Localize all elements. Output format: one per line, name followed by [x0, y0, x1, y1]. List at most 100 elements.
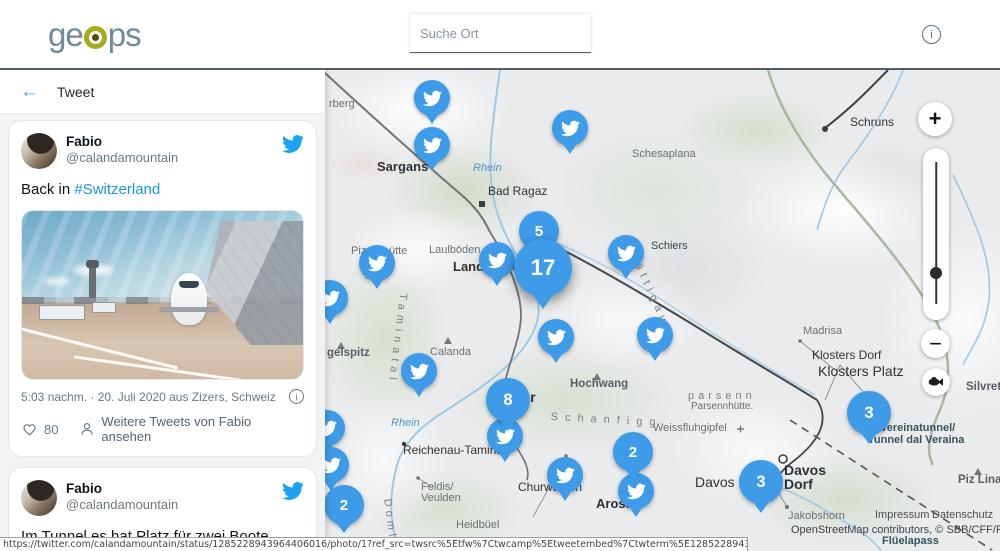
sidebar-title: Tweet: [57, 84, 94, 100]
cluster-marker[interactable]: 2: [613, 432, 653, 472]
map-label: Weissfluhgipfel: [653, 422, 727, 434]
map-label: Schiers: [651, 240, 688, 252]
cluster-marker[interactable]: 3: [739, 460, 783, 504]
zoom-out-button[interactable]: −: [921, 329, 950, 358]
map-label: gelspitz: [327, 347, 370, 360]
tweet-marker[interactable]: [401, 353, 437, 389]
twitter-bird-icon: [617, 244, 636, 263]
map-label: Veulden: [421, 492, 461, 504]
map-label: Laulböden: [429, 244, 480, 256]
tweet-header: Fabio @calandamountain: [21, 133, 304, 169]
person-icon: [79, 421, 95, 437]
twitter-bird-icon: [325, 456, 341, 475]
info-icon[interactable]: i: [922, 25, 941, 44]
search-input[interactable]: [420, 26, 596, 41]
twitter-bird-icon[interactable]: [282, 480, 304, 507]
tweet-marker[interactable]: [547, 457, 583, 493]
back-arrow-icon[interactable]: ←: [20, 81, 39, 103]
twitter-bird-icon: [627, 482, 646, 501]
tower-silhouette: [89, 266, 96, 298]
map-label: Schruns: [850, 116, 894, 129]
twitter-bird-icon: [325, 419, 337, 438]
tweet-author-name: Fabio: [66, 133, 178, 150]
tweet-marker[interactable]: [414, 127, 450, 163]
cluster-count: 17: [531, 255, 556, 281]
zoom-slider[interactable]: [923, 148, 949, 320]
map-link[interactable]: Impressum: [875, 509, 929, 521]
tweet-marker[interactable]: [414, 80, 450, 116]
map-link[interactable]: Datenschutz: [932, 509, 993, 521]
twitter-bird-icon: [423, 89, 442, 108]
tweet-sidebar: ← Tweet Fabio @calandamountain Back in #…: [0, 70, 325, 551]
hashtag-link[interactable]: #Switzerland: [74, 181, 160, 198]
avatar[interactable]: [21, 480, 57, 516]
tweet-marker[interactable]: [608, 235, 644, 271]
map-label: Rhein: [473, 162, 502, 174]
tweet-marker[interactable]: [479, 242, 515, 278]
app-window: geps i ← Tweet Fabio @calandamountain: [0, 0, 1000, 551]
map-label: Tunnel dal Veraina: [868, 434, 964, 446]
cluster-marker[interactable]: 17: [514, 239, 572, 297]
twitter-bird-icon: [547, 328, 566, 347]
cluster-count: 2: [340, 497, 348, 514]
cluster-count: 8: [503, 390, 512, 410]
like-button[interactable]: 80: [21, 421, 58, 437]
tweet-marker[interactable]: [552, 110, 588, 146]
map-label: Vereinatunnel/: [880, 422, 955, 434]
twitter-bird-icon[interactable]: [282, 133, 304, 160]
map[interactable]: rberg Sargans Rhein Bad Ragaz Schruns Schesap…: [325, 70, 1000, 551]
avatar[interactable]: [21, 133, 57, 169]
logo-text-ge: ge: [48, 16, 83, 54]
like-count: 80: [44, 422, 58, 437]
tweet-card: Fabio @calandamountain Back in #Switzerl…: [8, 120, 317, 457]
tweet-photo-airport[interactable]: [21, 210, 304, 380]
tweet-author-handle: @calandamountain: [66, 150, 178, 166]
map-label: Schesaplana: [632, 148, 696, 160]
heart-icon: [21, 421, 38, 437]
search-box: [410, 14, 591, 53]
tweet-header: Fabio @calandamountain: [21, 480, 304, 516]
map-label: Heidbüel: [456, 519, 499, 531]
logo-text-ps: ps: [108, 16, 141, 54]
twitter-bird-icon: [368, 254, 387, 273]
map-label: Bad Ragaz: [488, 185, 547, 198]
map-label: rberg: [329, 98, 355, 110]
twitter-bird-icon: [556, 466, 575, 485]
tweet-author-handle: @calandamountain: [66, 497, 178, 513]
map-label: Sargans: [377, 160, 428, 174]
cluster-marker[interactable]: 3: [847, 391, 891, 435]
cluster-marker[interactable]: 2: [325, 485, 364, 525]
map-label: Silvretta: [966, 381, 1000, 394]
map-label: Rhein: [391, 417, 420, 429]
tweet-author-name: Fabio: [66, 480, 178, 497]
map-label: Parsennhütte.: [691, 401, 753, 412]
more-tweets-link[interactable]: Weitere Tweets von Fabio ansehen: [79, 414, 304, 444]
header: geps i: [0, 0, 1000, 70]
cluster-count: 5: [535, 223, 543, 240]
map-label: Flüelapass: [882, 535, 939, 547]
sidebar-header: ← Tweet: [0, 70, 325, 114]
twitter-bird-icon: [646, 326, 665, 345]
tweet-marker[interactable]: [637, 317, 673, 353]
tweet-info-icon[interactable]: i: [289, 389, 304, 404]
zoom-slider-handle[interactable]: [930, 267, 942, 279]
map-label: Calanda: [430, 346, 471, 358]
twitter-bird-icon: [410, 362, 429, 381]
tweet-marker[interactable]: [538, 319, 574, 355]
twitter-bird-icon: [488, 251, 507, 270]
logo-o-ring-icon: [84, 26, 107, 49]
geops-logo[interactable]: geps: [48, 16, 141, 54]
map-label: Reichenau-Tamins: [403, 444, 502, 457]
cluster-count: 2: [629, 444, 637, 461]
fish-icon: [928, 376, 944, 388]
tweet-marker[interactable]: [359, 245, 395, 281]
twitter-bird-icon: [325, 289, 340, 308]
tweet-timestamp: 5:03 nachm. · 20. Juli 2020 aus Zizers, …: [21, 390, 276, 404]
map-label: Klosters Platz: [818, 364, 904, 379]
map-label: Piz Linard: [958, 474, 1000, 487]
fish-layer-button[interactable]: [922, 368, 950, 396]
zoom-in-button[interactable]: +: [918, 102, 952, 136]
cluster-marker[interactable]: 8: [486, 378, 530, 422]
cluster-count: 3: [864, 403, 873, 423]
map-label: Dorf: [784, 477, 813, 492]
